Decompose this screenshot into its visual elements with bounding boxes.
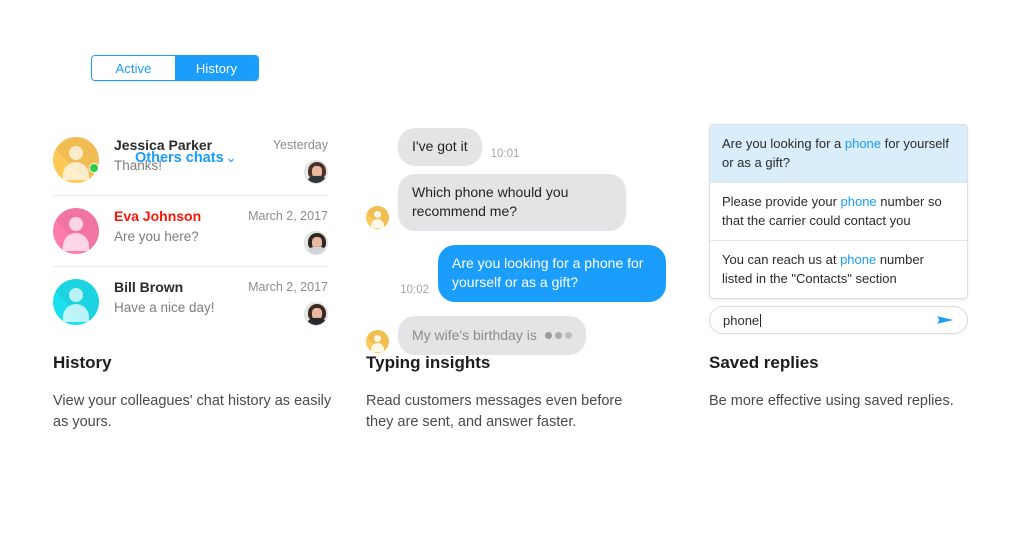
saved-replies-list: Are you looking for a phone for yourself… [709,124,968,299]
caption-text: Be more effective using saved replies. [709,391,1009,412]
chat-contact-name: Eva Johnson [114,208,242,225]
message-input-value: phone [723,313,759,328]
feature-showcase-page: Active History Others chats⌄ Jessica Par… [0,0,1024,538]
message-bubble-typing: My wife's birthday is [398,316,586,355]
tab-history[interactable]: History [175,56,258,80]
caption-text: Read customers messages even before they… [366,391,626,433]
reply-text-before: You can reach us at [722,252,840,267]
message-row: 10:02 Are you looking for a phone for yo… [366,245,666,302]
caption-title: Saved replies [709,352,1009,374]
chat-list-item[interactable]: Eva Johnson Are you here? March 2, 2017 [53,195,328,266]
message-row: Which phone whould you recommend me? [366,174,666,231]
chat-list: Jessica Parker Thanks! Yesterday Eva Joh… [53,125,328,337]
message-row: My wife's birthday is [366,316,666,355]
agent-avatar-thumbnail [304,302,328,326]
reply-keyword-highlight: phone [845,136,881,151]
chat-preview-message: Thanks! [114,157,242,175]
message-bubble-incoming: Which phone whould you recommend me? [398,174,626,231]
avatar [366,330,389,353]
caption-title: Typing insights [366,352,626,374]
chat-conversation-panel: I've got it 10:01 Which phone whould you… [366,128,666,363]
reply-text-before: Please provide your [722,194,841,209]
caption-title: History [53,352,343,374]
chat-preview-message: Have a nice day! [114,299,242,317]
reply-keyword-highlight: phone [840,252,876,267]
message-timestamp: 10:01 [491,148,520,160]
text-cursor [760,314,761,327]
saved-replies-panel: Are you looking for a phone for yourself… [709,124,968,334]
feature-caption-typing-insights: Typing insights Read customers messages … [366,352,626,433]
agent-avatar-thumbnail [304,231,328,255]
chat-contact-name: Bill Brown [114,279,242,296]
saved-reply-item[interactable]: Are you looking for a phone for yourself… [710,125,967,182]
avatar [366,206,389,229]
send-arrow-icon[interactable] [936,313,955,327]
typing-dots-icon [542,325,572,344]
avatar [53,208,99,254]
chat-timestamp: March 2, 2017 [248,279,328,295]
chat-contact-name: Jessica Parker [114,137,242,154]
message-timestamp: 10:02 [400,284,429,296]
feature-caption-saved-replies: Saved replies Be more effective using sa… [709,352,1009,412]
chat-preview-message: Are you here? [114,228,242,246]
avatar [53,137,99,183]
message-bubble-incoming: I've got it [398,128,482,166]
feature-caption-history: History View your colleagues' chat histo… [53,352,343,433]
message-row: I've got it 10:01 [366,128,666,166]
chat-list-item[interactable]: Jessica Parker Thanks! Yesterday [53,125,328,195]
avatar [53,279,99,325]
saved-reply-item[interactable]: Please provide your phone number so that… [710,182,967,240]
reply-text-before: Are you looking for a [722,136,845,151]
tab-active[interactable]: Active [92,56,175,80]
agent-avatar-thumbnail [304,160,328,184]
message-bubble-outgoing: Are you looking for a phone for yourself… [438,245,666,302]
chat-filter-toggle[interactable]: Active History [91,55,259,81]
message-input-bar[interactable]: phone [709,306,968,334]
caption-text: View your colleagues' chat history as ea… [53,391,343,433]
chat-list-item[interactable]: Bill Brown Have a nice day! March 2, 201… [53,266,328,337]
saved-reply-item[interactable]: You can reach us at phone number listed … [710,240,967,298]
message-input-field[interactable]: phone [723,313,936,328]
online-status-indicator [89,163,99,173]
typing-message-text: My wife's birthday is [412,327,537,343]
chat-timestamp: Yesterday [273,137,328,153]
chat-timestamp: March 2, 2017 [248,208,328,224]
reply-keyword-highlight: phone [841,194,877,209]
